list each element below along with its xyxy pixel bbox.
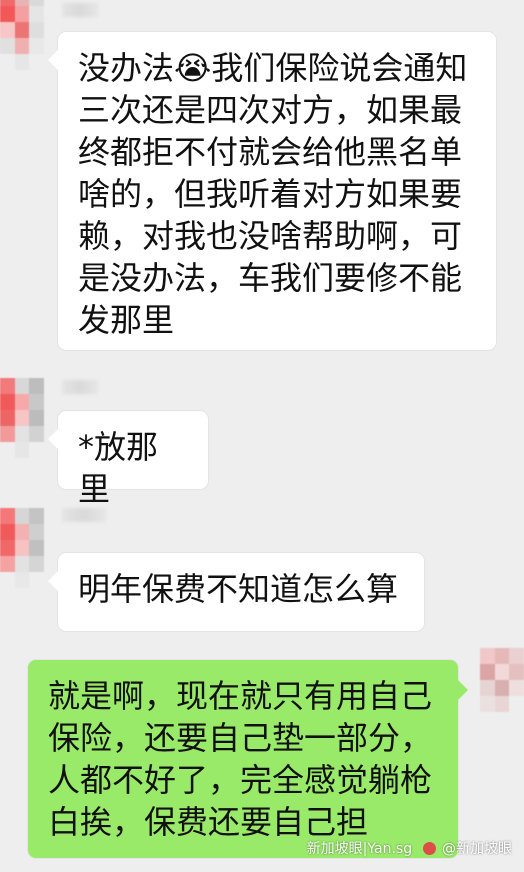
avatar[interactable]	[0, 378, 44, 458]
sender-name-blurred	[62, 380, 98, 394]
message-text: 就是啊，现在就只有用自己保险，还要自己垫一部分，人都不好了，完全感觉躺枪白挨，保…	[48, 677, 433, 841]
weibo-logo-icon	[422, 842, 436, 855]
avatar[interactable]	[480, 648, 524, 728]
message-bubble-incoming[interactable]: *放那里	[48, 411, 208, 508]
message-text: *放那里	[78, 428, 159, 508]
sender-name-blurred	[62, 3, 98, 17]
message-bubble-outgoing[interactable]: 就是啊，现在就只有用自己保险，还要自己垫一部分，人都不好了，完全感觉躺枪白挨，保…	[28, 660, 468, 858]
watermark: 新加坡眼|Yan.sg @新加坡眼	[307, 838, 512, 858]
watermark-weibo: @新加坡眼	[442, 841, 512, 857]
message-bubble-incoming[interactable]: 没办法😭我们保险说会通知三次还是四次对方，如果最终都拒不付就会给他黑名单啥的，但…	[48, 32, 496, 350]
sender-name-blurred	[62, 508, 106, 522]
message-text: 没办法😭我们保险说会通知三次还是四次对方，如果最终都拒不付就会给他黑名单啥的，但…	[78, 49, 468, 339]
watermark-site: 新加坡眼|Yan.sg	[306, 841, 413, 857]
message-bubble-incoming[interactable]: 明年保费不知道怎么算	[48, 553, 424, 631]
avatar[interactable]	[0, 0, 44, 70]
avatar[interactable]	[0, 508, 44, 588]
message-text: 明年保费不知道怎么算	[78, 570, 399, 608]
